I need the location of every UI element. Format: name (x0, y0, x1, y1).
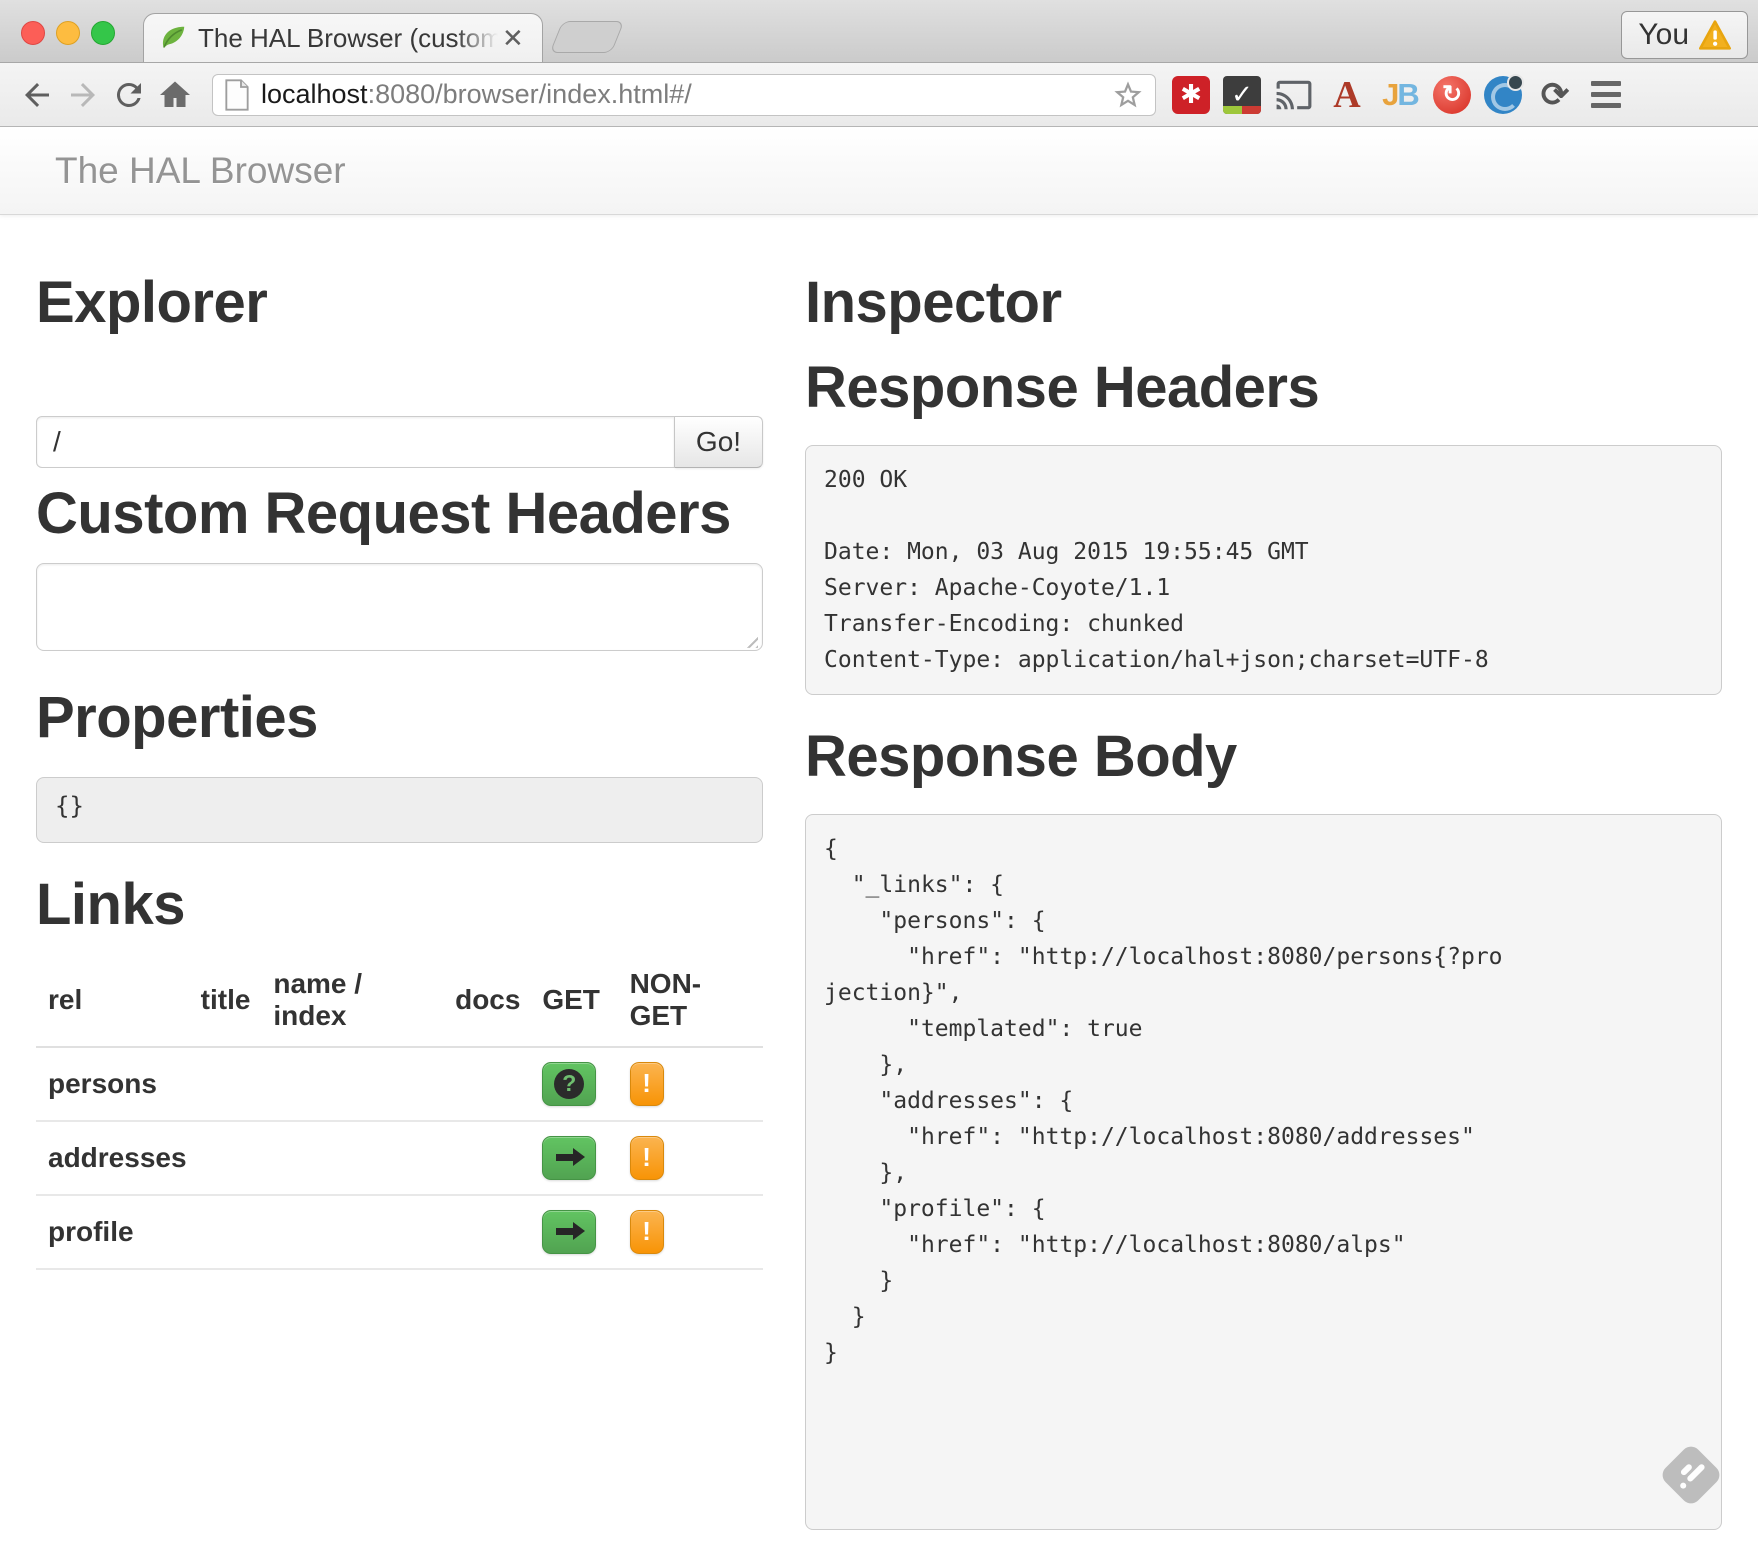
checkmark-extension-icon[interactable]: ✓ (1223, 76, 1261, 114)
response-headers-box: 200 OK Date: Mon, 03 Aug 2015 19:55:45 G… (805, 445, 1722, 695)
extension-icons: ✱ ✓ A JB ↻ ⟳ (1172, 75, 1575, 115)
lastpass-extension-icon[interactable]: ✱ (1172, 76, 1210, 114)
go-button[interactable]: Go! (675, 416, 763, 468)
inspector-heading: Inspector (805, 271, 1722, 336)
url-text[interactable]: localhost:8080/browser/index.html#/ (261, 79, 1111, 110)
question-sign-icon: ? (554, 1069, 584, 1099)
inspector-panel: Inspector Response Headers 200 OK Date: … (805, 215, 1722, 1530)
get-button[interactable]: ? (542, 1062, 596, 1106)
col-name-index: name / index (261, 954, 443, 1047)
page-icon (223, 79, 251, 111)
col-non-get: NON-GET (618, 954, 763, 1047)
arrow-right-icon (556, 1228, 573, 1235)
forward-button[interactable] (60, 72, 106, 118)
col-docs: docs (443, 954, 530, 1047)
browser-tab-strip: The HAL Browser (customiz ✕ You (0, 0, 1758, 62)
response-body-box: { "_links": { "persons": { "href": "http… (805, 814, 1722, 1530)
links-heading: Links (36, 873, 763, 938)
page-title: The HAL Browser (55, 150, 346, 192)
table-row: addresses ! (36, 1121, 763, 1195)
rel-label: profile (36, 1195, 189, 1269)
url-path: :8080/browser/index.html#/ (368, 79, 692, 109)
page-navbar: The HAL Browser (0, 127, 1758, 215)
non-get-button[interactable]: ! (630, 1136, 664, 1180)
window-minimize-button[interactable] (56, 21, 80, 45)
main-content: Explorer Go! Custom Request Headers Prop… (0, 215, 1758, 1530)
tab-close-icon[interactable]: ✕ (502, 25, 524, 51)
back-button[interactable] (14, 72, 60, 118)
properties-value: {} (36, 777, 763, 843)
new-tab-button[interactable] (550, 21, 625, 53)
browser-tab[interactable]: The HAL Browser (customiz ✕ (143, 13, 543, 62)
window-zoom-button[interactable] (91, 21, 115, 45)
custom-request-headers-heading: Custom Request Headers (36, 482, 763, 547)
reload-button[interactable] (106, 72, 152, 118)
url-host: localhost (261, 79, 368, 109)
col-title: title (189, 954, 262, 1047)
warning-triangle-icon (1699, 20, 1731, 50)
red-refresh-extension-icon[interactable]: ↻ (1433, 76, 1471, 114)
bookmark-star-icon[interactable] (1111, 78, 1145, 112)
letter-a-extension-icon[interactable]: A (1327, 75, 1367, 115)
get-button[interactable] (542, 1136, 596, 1180)
spring-leaf-icon (158, 23, 188, 53)
address-input-group: Go! (36, 416, 763, 468)
non-get-button[interactable]: ! (630, 1062, 664, 1106)
cast-extension-icon[interactable] (1274, 75, 1314, 115)
arrow-right-icon (556, 1154, 573, 1161)
chrome-menu-icon[interactable] (1591, 81, 1621, 108)
home-button[interactable] (152, 72, 198, 118)
get-button[interactable] (542, 1210, 596, 1254)
browser-toolbar: localhost:8080/browser/index.html#/ ✱ ✓ … (0, 62, 1758, 127)
explorer-panel: Explorer Go! Custom Request Headers Prop… (36, 215, 763, 1530)
response-headers-heading: Response Headers (805, 356, 1722, 421)
explorer-address-input[interactable] (36, 416, 675, 468)
col-rel: rel (36, 954, 189, 1047)
tab-title: The HAL Browser (customiz (198, 23, 498, 54)
properties-heading: Properties (36, 686, 763, 751)
links-header-row: rel title name / index docs GET NON-GET (36, 954, 763, 1047)
profile-button[interactable]: You (1621, 11, 1748, 59)
table-row: profile ! (36, 1195, 763, 1269)
response-body-heading: Response Body (805, 725, 1722, 790)
blue-circle-extension-icon[interactable] (1484, 76, 1522, 114)
links-table: rel title name / index docs GET NON-GET … (36, 954, 763, 1270)
rel-label: addresses (36, 1121, 189, 1195)
rel-label: persons (36, 1047, 189, 1121)
jetbrains-extension-icon[interactable]: JB (1380, 75, 1420, 115)
window-close-button[interactable] (21, 21, 45, 45)
profile-label: You (1638, 18, 1689, 52)
address-bar[interactable]: localhost:8080/browser/index.html#/ (212, 74, 1156, 116)
tab-reloader-extension-icon[interactable]: ⟳ (1535, 75, 1575, 115)
custom-headers-textarea[interactable] (36, 563, 763, 651)
table-row: persons ? ! (36, 1047, 763, 1121)
explorer-heading: Explorer (36, 271, 763, 336)
custom-headers-wrap (36, 563, 763, 656)
col-get: GET (530, 954, 617, 1047)
non-get-button[interactable]: ! (630, 1210, 664, 1254)
